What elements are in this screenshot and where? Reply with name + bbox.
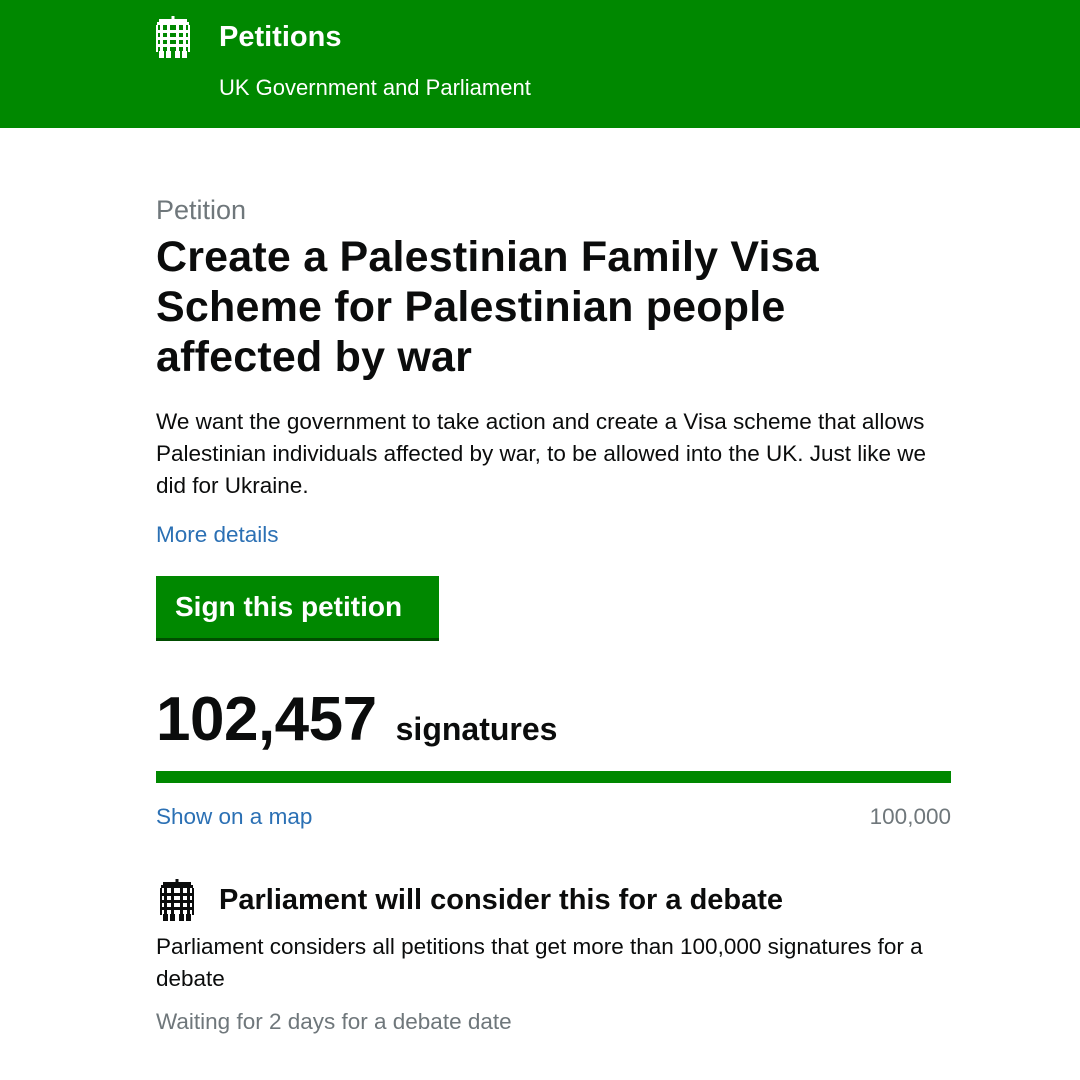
portcullis-icon: [156, 16, 190, 58]
petition-title: Create a Palestinian Family Visa Scheme …: [156, 233, 819, 381]
show-on-map-link[interactable]: Show on a map: [156, 801, 312, 833]
portcullis-icon: [160, 879, 194, 921]
signature-count-label: signatures: [395, 711, 558, 747]
site-header: Petitions UK Government and Parliament: [0, 0, 1080, 128]
site-subtitle: UK Government and Parliament: [219, 75, 531, 100]
debate-heading: Parliament will consider this for a deba…: [156, 879, 952, 921]
debate-description: Parliament considers all petitions that …: [156, 934, 923, 991]
signature-threshold: 100,000: [869, 804, 951, 829]
site-title-link[interactable]: Petitions: [219, 19, 341, 55]
debate-status: Waiting for 2 days for a debate date: [156, 1009, 512, 1034]
signature-count-number: 102,457: [156, 685, 377, 754]
signature-progress-bar: [156, 771, 951, 783]
sign-petition-button[interactable]: Sign this petition: [156, 576, 439, 638]
petition-summary: We want the government to take action an…: [156, 409, 927, 498]
debate-section: Parliament will consider this for a deba…: [156, 879, 952, 1038]
progress-footer: Show on a map 100,000: [156, 801, 951, 833]
debate-title: Parliament will consider this for a deba…: [219, 884, 784, 916]
petition-caption: Petition: [156, 195, 247, 225]
petition-content: Petition Create a Palestinian Family Vis…: [156, 190, 952, 1038]
signature-count: 102,457 signatures: [156, 685, 952, 755]
signature-progress-fill: [156, 771, 951, 783]
more-details-link[interactable]: More details: [156, 519, 279, 551]
